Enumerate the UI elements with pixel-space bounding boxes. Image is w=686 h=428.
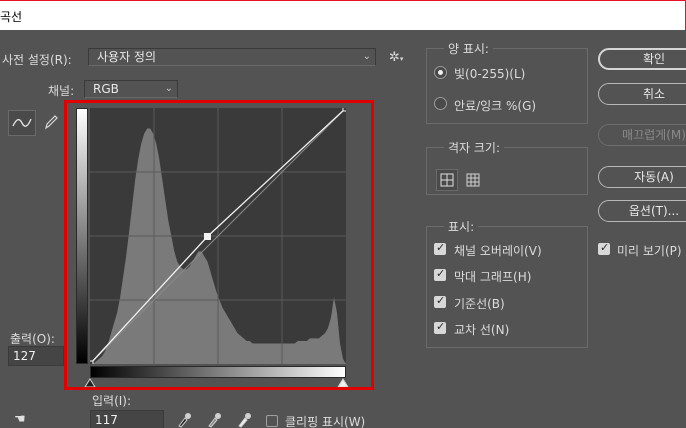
gear-icon[interactable]: ✲▾ — [389, 50, 407, 66]
output-label: 출력(O): — [10, 332, 55, 346]
curve-tool-icon — [12, 118, 32, 127]
output-field[interactable]: 127 — [8, 346, 64, 366]
ok-button[interactable]: 확인 — [598, 48, 686, 70]
baseline-label: 기준선(B) — [454, 297, 505, 311]
input-label: 입력(I): — [92, 394, 132, 408]
curve-point-tool[interactable] — [8, 110, 36, 136]
window-title: 곡선 — [0, 10, 23, 24]
cancel-button[interactable]: 취소 — [598, 83, 686, 105]
gray-eyedropper-icon[interactable] — [206, 410, 222, 428]
pencil-icon — [45, 115, 58, 130]
title-bar: 곡선 — [0, 0, 686, 30]
smooth-button[interactable]: 매끄럽게(M) — [598, 124, 686, 146]
intersection-checkbox[interactable] — [434, 320, 446, 334]
preset-value: 사용자 정의 — [97, 50, 157, 64]
grid-size-title: 격자 크기: — [444, 139, 505, 156]
radio-pigment[interactable] — [434, 97, 447, 110]
preview-checkbox[interactable] — [598, 241, 610, 255]
preset-select[interactable]: 사용자 정의 ⌄ — [88, 48, 376, 66]
pencil-tool[interactable] — [42, 112, 60, 132]
black-eyedropper-icon[interactable] — [176, 410, 192, 428]
intersection-label: 교차 선(N) — [454, 323, 510, 337]
input-field[interactable]: 117 — [90, 410, 164, 428]
chevron-down-icon: ⌄ — [362, 51, 371, 62]
grid-4-icon — [440, 173, 454, 187]
preset-label: 사전 설정(R): — [2, 53, 72, 67]
grid-10-icon — [466, 173, 480, 187]
show-title: 표시: — [444, 218, 479, 235]
channel-label: 채널: — [48, 84, 75, 98]
radio-light[interactable] — [434, 66, 447, 79]
chevron-down-icon: ⌄ — [164, 83, 173, 94]
radio-light-label: 빛(0-255)(L) — [454, 67, 526, 81]
clipping-checkbox[interactable] — [266, 415, 278, 427]
auto-button[interactable]: 자동(A) — [598, 166, 686, 188]
show-amount-title: 양 표시: — [444, 40, 493, 57]
simple-grid-button[interactable] — [436, 169, 458, 191]
histogram-label: 막대 그래프(H) — [454, 270, 532, 284]
radio-pigment-label: 안료/잉크 %(G) — [454, 99, 537, 113]
preview-label: 미리 보기(P) — [617, 244, 682, 258]
baseline-checkbox[interactable] — [434, 294, 446, 308]
options-button[interactable]: 옵션(T)... — [598, 200, 686, 222]
highlight-frame — [64, 100, 374, 390]
hand-adjust-icon[interactable]: ☚ — [14, 412, 34, 428]
channel-overlay-checkbox[interactable] — [434, 241, 446, 255]
detailed-grid-button[interactable] — [462, 169, 484, 191]
channel-overlay-label: 채널 오버레이(V) — [454, 244, 542, 258]
white-eyedropper-icon[interactable] — [236, 410, 252, 428]
channel-value: RGB — [93, 82, 119, 96]
histogram-checkbox[interactable] — [434, 267, 446, 281]
clipping-label: 클리핑 표시(W) — [285, 415, 366, 428]
channel-select[interactable]: RGB ⌄ — [84, 80, 178, 98]
